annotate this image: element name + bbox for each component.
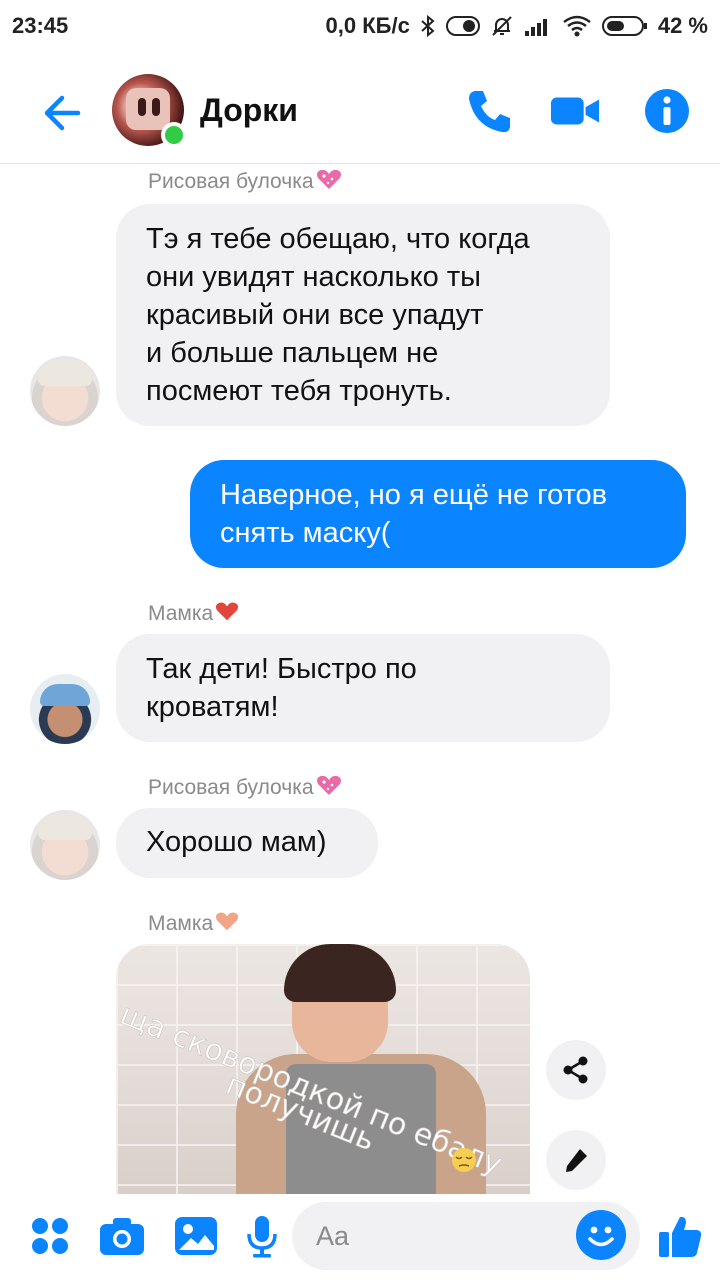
pencil-icon [566, 1149, 587, 1172]
info-button[interactable] [642, 86, 692, 136]
mute-bell-icon [490, 14, 514, 38]
four-dots-icon [32, 1218, 68, 1254]
sender-label: Рисовая булочка [148, 776, 314, 799]
sparkling-heart-icon [316, 168, 342, 196]
sender-avatar[interactable] [30, 356, 100, 426]
incoming-message-bubble[interactable]: Хорошо мам) [116, 808, 378, 878]
call-button[interactable] [464, 86, 514, 136]
sender-label: Мамка [148, 602, 214, 625]
share-button[interactable] [546, 1040, 606, 1100]
message-line: Тэ я тебе обещаю, что когда [146, 223, 530, 255]
gallery-button[interactable] [172, 1212, 220, 1260]
sender-name: Мамка [148, 910, 239, 938]
peach-heart-icon [215, 910, 239, 938]
back-button[interactable] [38, 88, 88, 138]
bluetooth-icon [420, 14, 436, 38]
share-icon [563, 1056, 588, 1084]
video-call-button[interactable] [550, 86, 600, 136]
message-line: кроватям! [146, 691, 279, 723]
emoji-button[interactable] [576, 1210, 626, 1260]
message-composer [0, 1196, 720, 1280]
thumbs-up-icon [659, 1216, 702, 1257]
battery-percent: 42 % [657, 13, 708, 38]
red-heart-icon [215, 600, 239, 628]
status-bar: 23:45 0,0 КБ/с 42 % [0, 0, 720, 52]
online-indicator [161, 122, 187, 148]
message-line: они увидят насколько ты [146, 261, 481, 293]
sparkling-heart-icon [316, 774, 342, 802]
network-speed: 0,0 КБ/с [325, 13, 410, 38]
message-line: снять маску( [220, 517, 391, 549]
camera-button[interactable] [98, 1212, 146, 1260]
sender-avatar[interactable] [30, 674, 100, 744]
message-line: и больше пальцем не [146, 337, 439, 369]
incoming-message-bubble[interactable]: Так дети! Быстро по кроватям! [116, 634, 610, 742]
status-icons: 0,0 КБ/с 42 % [326, 13, 708, 39]
message-input-container [292, 1202, 640, 1270]
more-actions-button[interactable] [26, 1212, 74, 1260]
incoming-message-bubble[interactable]: Тэ я тебе обещаю, что когда они увидят н… [116, 204, 610, 426]
voice-message-button[interactable] [238, 1212, 286, 1260]
message-line: Наверное, но я ещё не готов [220, 479, 608, 511]
image-apron [286, 1064, 436, 1194]
outgoing-message-bubble[interactable]: Наверное, но я ещё не готов снять маску( [190, 460, 686, 568]
signal-icon [524, 15, 552, 37]
sender-name: Мамка [148, 600, 239, 628]
sender-name: Рисовая булочка [148, 774, 342, 802]
sender-avatar[interactable] [30, 810, 100, 880]
camera-icon [100, 1218, 144, 1255]
contact-name[interactable]: Дорки [200, 92, 298, 129]
message-line: красивый они все упадут [146, 299, 484, 331]
microphone-icon [247, 1216, 277, 1258]
wifi-icon [562, 14, 592, 38]
video-camera-icon [550, 97, 600, 125]
image-icon [175, 1217, 217, 1255]
smile-icon [588, 1226, 614, 1247]
chat-header: Дорки [0, 60, 720, 164]
like-button[interactable] [656, 1212, 704, 1260]
edit-button[interactable] [546, 1130, 606, 1190]
avatar-face [126, 88, 170, 130]
info-icon [645, 89, 689, 133]
message-line: Так дети! Быстро по [146, 653, 417, 685]
sender-label: Рисовая булочка [148, 170, 314, 193]
contact-avatar[interactable] [112, 74, 187, 148]
avatar-eye [152, 98, 160, 116]
back-arrow-icon [44, 95, 81, 131]
message-line: Хорошо мам) [146, 826, 327, 858]
sender-name: Рисовая булочка [148, 168, 342, 196]
toggle-icon [445, 15, 480, 37]
battery-icon [601, 14, 648, 38]
image-message[interactable]: ща сковородкой по ебалу получишь [116, 944, 530, 1194]
status-time: 23:45 [12, 13, 69, 38]
sender-label: Мамка [148, 912, 214, 935]
avatar-eye [138, 98, 146, 116]
message-input[interactable] [316, 1202, 566, 1270]
message-line: посмеют тебя тронуть. [146, 375, 452, 407]
phone-icon [469, 91, 510, 133]
